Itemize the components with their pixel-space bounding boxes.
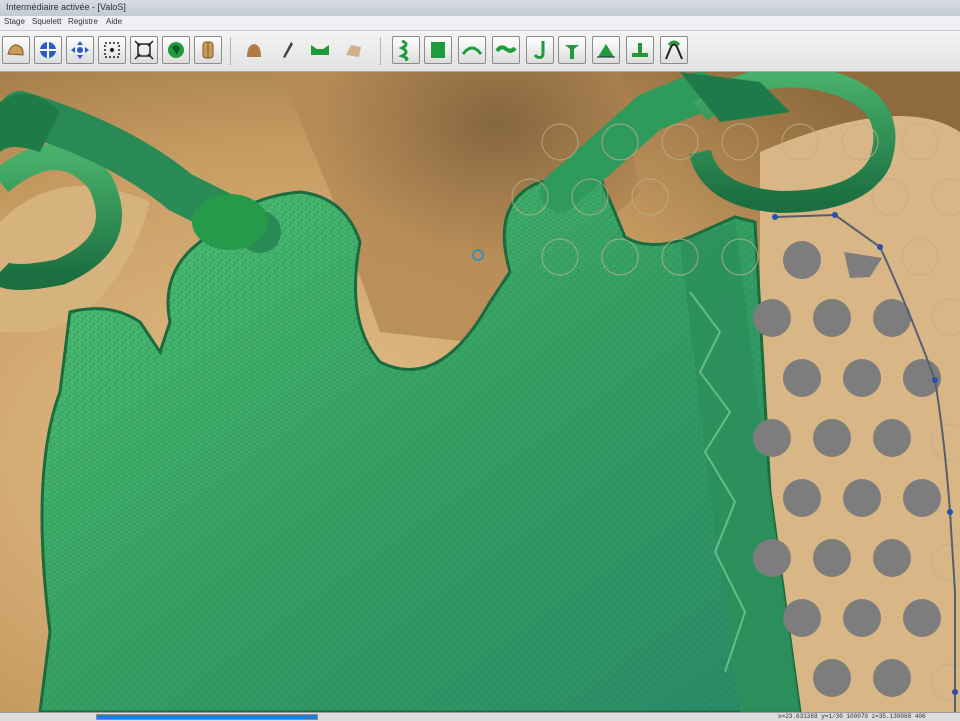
tooth-icon bbox=[597, 44, 615, 58]
clasp-icon bbox=[533, 41, 545, 59]
zoom-region-button[interactable] bbox=[98, 36, 126, 64]
window-titlebar: Intermédiaire activée - [ValoS] bbox=[0, 0, 960, 16]
open-model-button[interactable] bbox=[2, 36, 30, 64]
support-icon bbox=[632, 43, 648, 57]
progress-fill bbox=[97, 715, 317, 719]
toolbar-separator bbox=[380, 37, 381, 65]
pen-tool-button[interactable] bbox=[274, 36, 302, 64]
rest-button[interactable] bbox=[558, 36, 586, 64]
toolbar bbox=[0, 31, 960, 72]
color-model-icon bbox=[168, 42, 184, 58]
bar-button[interactable] bbox=[492, 36, 520, 64]
retention-grid-button[interactable] bbox=[392, 36, 420, 64]
support-button[interactable] bbox=[626, 36, 654, 64]
bridge-button[interactable] bbox=[660, 36, 688, 64]
bridge-icon bbox=[665, 40, 683, 60]
pen-tool-icon bbox=[283, 42, 293, 58]
menu-stage[interactable]: Stage bbox=[4, 17, 25, 26]
tooth-button[interactable] bbox=[592, 36, 620, 64]
bar-icon bbox=[495, 45, 517, 53]
retention-grid-icon bbox=[398, 39, 409, 61]
clasp-button[interactable] bbox=[526, 36, 554, 64]
move-view-button[interactable] bbox=[66, 36, 94, 64]
menu-registre[interactable]: Registre bbox=[68, 17, 98, 26]
wax-model-button[interactable] bbox=[240, 36, 268, 64]
menu-squelett[interactable]: Squelett bbox=[32, 17, 61, 26]
arch-connector-icon bbox=[461, 46, 483, 55]
toolbar-separator bbox=[230, 37, 231, 65]
plate-icon bbox=[431, 42, 445, 58]
move-view-icon bbox=[71, 41, 89, 59]
zoom-region-icon bbox=[104, 42, 120, 58]
framework-icon bbox=[311, 45, 329, 55]
color-model-button[interactable] bbox=[162, 36, 190, 64]
menu-aide[interactable]: Aide bbox=[106, 17, 122, 26]
window-title: Intermédiaire activée - [ValoS] bbox=[6, 2, 126, 12]
framework-button[interactable] bbox=[306, 36, 334, 64]
section-button[interactable] bbox=[194, 36, 222, 64]
coordinates-readout: x=23.631369 y=1/30 100079 z=35.130068 40… bbox=[778, 713, 926, 720]
model-scene bbox=[0, 72, 960, 712]
rest-icon bbox=[565, 45, 579, 59]
fit-view-icon bbox=[134, 40, 154, 60]
progress-bar bbox=[96, 714, 318, 720]
plate-button[interactable] bbox=[424, 36, 452, 64]
fit-view-button[interactable] bbox=[130, 36, 158, 64]
menu-bar: Stage Squelett Registre Aide bbox=[0, 16, 960, 31]
open-model-icon bbox=[7, 44, 24, 56]
model-piece-button[interactable] bbox=[340, 36, 368, 64]
rotate-view-button[interactable] bbox=[34, 36, 62, 64]
3d-viewport[interactable] bbox=[0, 72, 960, 712]
section-icon bbox=[202, 41, 214, 59]
rotate-view-icon bbox=[40, 42, 56, 58]
wax-model-icon bbox=[247, 44, 261, 57]
arch-connector-button[interactable] bbox=[458, 36, 486, 64]
model-piece-icon bbox=[346, 45, 361, 57]
